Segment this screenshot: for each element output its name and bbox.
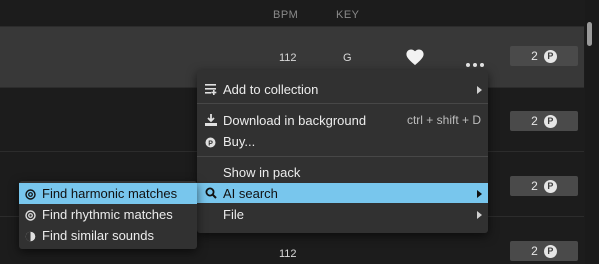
menu-divider [197, 103, 488, 104]
menu-item-add-to-collection[interactable]: Add to collection [197, 79, 488, 99]
submenu-item-label: Find similar sounds [42, 228, 154, 243]
key-column-header[interactable]: KEY [336, 9, 360, 21]
menu-item-label: Buy... [223, 134, 256, 149]
menu-item-ai-search[interactable]: AI search [197, 183, 488, 203]
submenu-item-label: Find harmonic matches [42, 186, 178, 201]
menu-item-label: Show in pack [223, 165, 301, 180]
menu-item-label: Download in background [223, 113, 367, 128]
menu-item-label: File [223, 207, 244, 222]
menu-item-buy[interactable]: P Buy... [197, 131, 488, 151]
credit-coin-icon: P [543, 244, 557, 258]
search-icon [205, 187, 217, 202]
submenu-item-find-similar-sounds[interactable]: Find similar sounds [19, 225, 197, 246]
menu-item-file[interactable]: File [197, 204, 488, 224]
scrollbar-thumb[interactable] [587, 22, 592, 46]
bpm-value: 112 [279, 248, 297, 260]
column-header-bar: BPM KEY [0, 0, 599, 26]
rhythmic-icon [25, 209, 36, 224]
menu-item-download-in-background[interactable]: Download in background ctrl + shift + D [197, 110, 488, 130]
credits-badge[interactable]: 2 P [510, 46, 578, 66]
keyboard-shortcut: ctrl + shift + D [406, 113, 481, 127]
key-value: G [343, 52, 352, 64]
submenu-arrow-icon [477, 86, 482, 94]
menu-divider [197, 156, 488, 157]
credits-count: 2 [531, 179, 538, 193]
context-menu: Add to collection Download in background… [197, 70, 488, 233]
submenu-arrow-icon [477, 211, 482, 219]
harmonic-icon [25, 188, 36, 203]
bpm-value: 112 [279, 52, 297, 64]
bpm-column-header[interactable]: BPM [273, 9, 298, 21]
credits-badge[interactable]: 2 P [510, 176, 578, 196]
ai-search-submenu: Find harmonic matches Find rhythmic matc… [19, 181, 197, 249]
submenu-arrow-icon [477, 190, 482, 198]
submenu-item-find-harmonic-matches[interactable]: Find harmonic matches [19, 183, 197, 204]
similar-icon [25, 230, 36, 245]
playlist-add-icon [205, 83, 217, 98]
credits-count: 2 [531, 114, 538, 128]
menu-item-label: Add to collection [223, 82, 319, 97]
heart-icon[interactable] [405, 48, 425, 71]
submenu-item-find-rhythmic-matches[interactable]: Find rhythmic matches [19, 204, 197, 225]
credits-icon: P [205, 136, 216, 151]
credit-coin-icon: P [543, 114, 557, 128]
credit-coin-icon: P [543, 49, 557, 63]
download-icon [205, 114, 217, 129]
credits-badge[interactable]: 2 P [510, 111, 578, 131]
vertical-scrollbar[interactable] [585, 0, 599, 264]
credits-count: 2 [531, 244, 538, 258]
credits-badge[interactable]: 2 P [510, 241, 578, 261]
credits-count: 2 [531, 49, 538, 63]
menu-item-show-in-pack[interactable]: Show in pack [197, 162, 488, 182]
submenu-item-label: Find rhythmic matches [42, 207, 173, 222]
svg-text:P: P [208, 140, 213, 147]
menu-item-label: AI search [223, 186, 278, 201]
credit-coin-icon: P [543, 179, 557, 193]
